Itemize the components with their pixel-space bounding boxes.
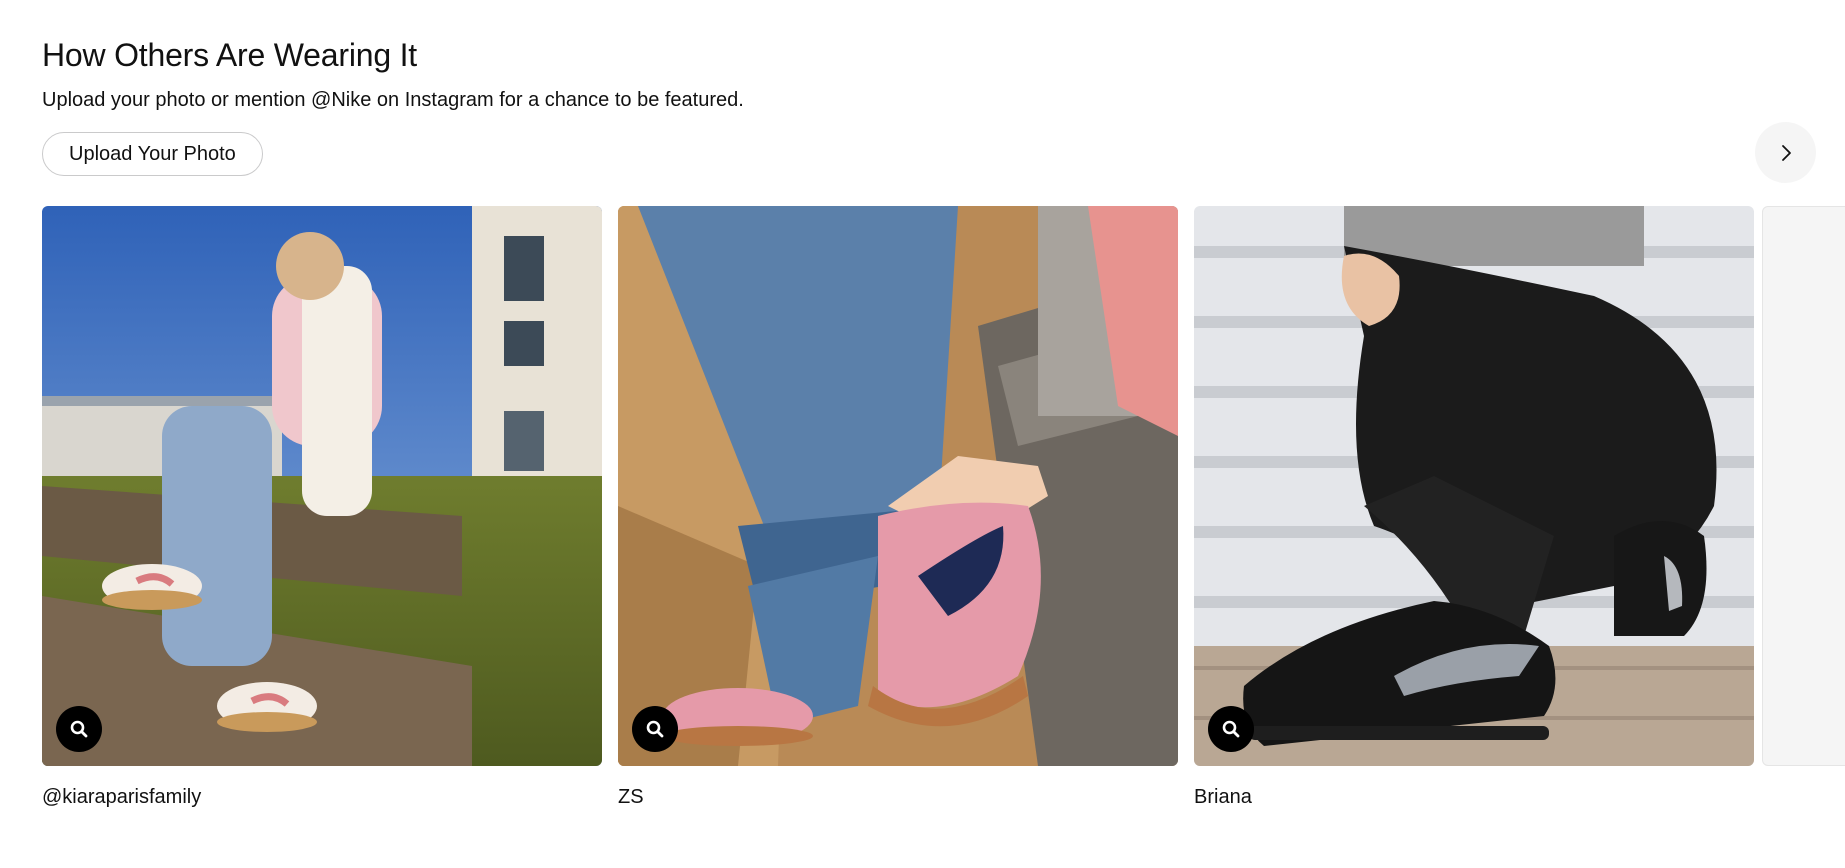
photo-caption: @kiaraparisfamily <box>42 786 202 808</box>
photo-card[interactable]: @kiaraparisfamily <box>42 206 602 809</box>
ugc-gallery-section: How Others Are Wearing It Upload your ph… <box>0 0 1845 868</box>
photo-image[interactable] <box>618 206 1178 766</box>
photo-caption: ZS <box>618 786 644 808</box>
photo-scene <box>1194 206 1754 766</box>
photo-card[interactable]: Briana <box>1194 206 1754 809</box>
photo-image[interactable] <box>1194 206 1754 766</box>
photo-scene <box>42 206 602 766</box>
zoom-button[interactable] <box>632 706 678 752</box>
carousel-next-button[interactable] <box>1755 122 1816 183</box>
photo-card-peek[interactable] <box>1762 206 1845 766</box>
zoom-button[interactable] <box>56 706 102 752</box>
photo-card[interactable]: ZS <box>618 206 1178 809</box>
zoom-button[interactable] <box>1208 706 1254 752</box>
chevron-right-icon <box>1781 144 1791 161</box>
section-title: How Others Are Wearing It <box>42 37 418 73</box>
photo-caption: Briana <box>1194 786 1252 808</box>
photo-scene <box>618 206 1178 766</box>
search-icon <box>1222 720 1240 738</box>
photo-carousel[interactable]: @kiaraparisfamily ZS Briana <box>0 206 1845 826</box>
upload-photo-button[interactable]: Upload Your Photo <box>42 132 263 176</box>
search-icon <box>646 720 664 738</box>
search-icon <box>70 720 88 738</box>
photo-image[interactable] <box>42 206 602 766</box>
section-subtitle: Upload your photo or mention @Nike on In… <box>42 89 744 111</box>
